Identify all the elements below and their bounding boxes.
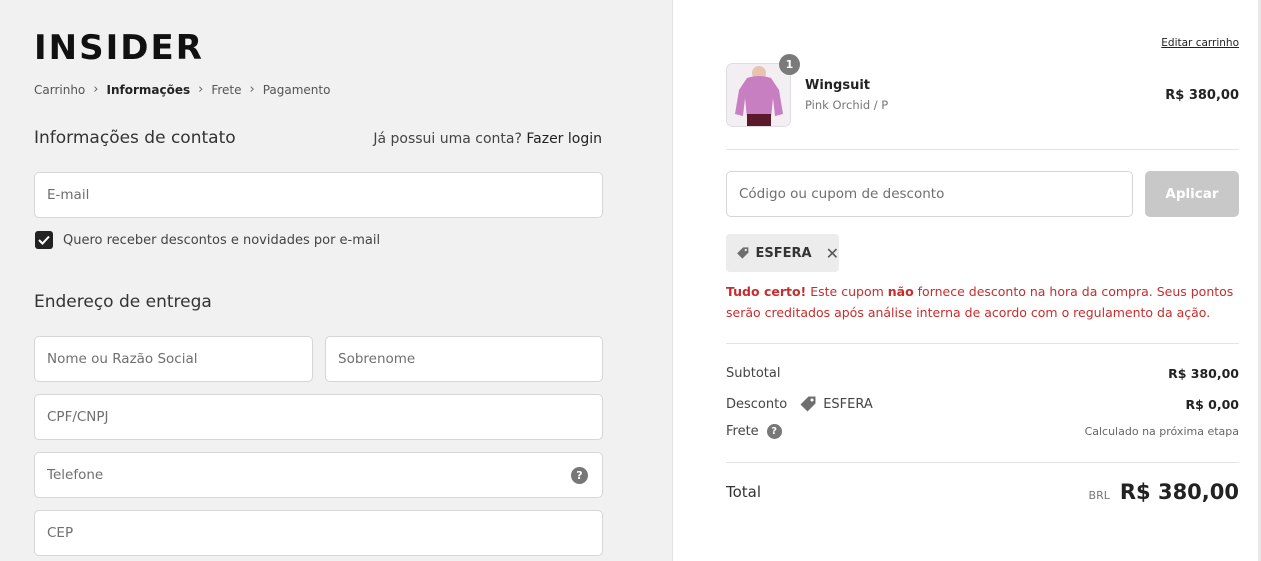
breadcrumb-cart[interactable]: Carrinho xyxy=(34,83,85,97)
breadcrumb-payment: Pagamento xyxy=(262,82,331,97)
discount-value: R$ 0,00 xyxy=(1185,396,1239,412)
divider xyxy=(726,149,1239,150)
applied-coupon-code: ESFERA xyxy=(755,245,812,261)
cpf-field[interactable] xyxy=(34,394,603,440)
coupon-input[interactable] xyxy=(727,172,1132,216)
cpf-input[interactable] xyxy=(35,395,602,439)
tag-icon xyxy=(737,247,749,259)
chevron-right-icon: › xyxy=(93,82,99,97)
discount-label: Desconto xyxy=(726,396,788,412)
breadcrumb-information: Informações xyxy=(106,82,191,97)
newsletter-option[interactable]: Quero receber descontos e novidades por … xyxy=(35,231,380,249)
close-icon[interactable]: ✕ xyxy=(826,244,839,263)
total-label: Total xyxy=(726,483,762,501)
help-icon[interactable]: ? xyxy=(766,424,782,439)
currency-code: BRL xyxy=(1088,488,1110,502)
product-name: Wingsuit xyxy=(805,78,871,93)
help-icon[interactable]: ? xyxy=(571,467,588,484)
coupon-message-strong: Tudo certo! xyxy=(726,284,807,299)
name-field[interactable] xyxy=(34,336,313,382)
order-summary-panel: Editar carrinho 1 Wingsuit Pink Orchid /… xyxy=(674,0,1261,561)
subtotal-row: Subtotal R$ 380,00 xyxy=(726,366,1239,381)
total-value: R$ 380,00 xyxy=(1119,480,1239,504)
login-prompt-text: Já possui uma conta? xyxy=(373,131,522,147)
name-input[interactable] xyxy=(35,337,312,381)
product-price: R$ 380,00 xyxy=(1165,88,1239,103)
shipping-section-title: Endereço de entrega xyxy=(34,292,212,312)
checkout-form-panel: INSIDER Carrinho › Informações › Frete ›… xyxy=(0,0,673,561)
total-row: Total BRL R$ 380,00 xyxy=(726,480,1239,504)
coupon-message-emphasis: não xyxy=(887,284,914,299)
breadcrumb-shipping: Frete xyxy=(211,82,242,97)
cep-field[interactable] xyxy=(34,510,603,556)
divider xyxy=(726,343,1239,344)
product-image xyxy=(727,64,790,126)
subtotal-value: R$ 380,00 xyxy=(1168,366,1239,381)
chevron-right-icon: › xyxy=(249,82,255,97)
discount-row: Desconto ESFERA R$ 0,00 xyxy=(726,395,1239,413)
phone-field[interactable]: ? xyxy=(34,452,603,498)
shipping-label: Frete xyxy=(726,424,759,439)
subtotal-label: Subtotal xyxy=(726,366,781,381)
cep-input[interactable] xyxy=(35,511,602,555)
contact-section-title: Informações de contato xyxy=(34,128,236,148)
login-prompt: Já possui uma conta? Fazer login xyxy=(373,131,602,147)
quantity-badge: 1 xyxy=(779,54,800,75)
coupon-message: Tudo certo! Este cupom não fornece desco… xyxy=(726,281,1236,323)
discount-code: ESFERA xyxy=(823,396,873,412)
edit-cart-link[interactable]: Editar carrinho xyxy=(1161,37,1239,49)
newsletter-checkbox[interactable] xyxy=(35,231,53,249)
tag-icon xyxy=(800,396,816,412)
email-input[interactable] xyxy=(35,173,602,217)
phone-input[interactable] xyxy=(35,453,602,497)
email-field[interactable] xyxy=(34,172,603,218)
shipping-row: Frete ? Calculado na próxima etapa xyxy=(726,424,1239,439)
newsletter-label: Quero receber descontos e novidades por … xyxy=(63,232,381,248)
coupon-field[interactable] xyxy=(726,171,1133,217)
applied-coupon-chip: ESFERA ✕ xyxy=(726,234,839,272)
coupon-message-text: Este cupom xyxy=(806,284,888,299)
check-icon xyxy=(38,235,50,245)
shipping-value: Calculado na próxima etapa xyxy=(1084,425,1239,438)
surname-input[interactable] xyxy=(326,337,602,381)
login-link[interactable]: Fazer login xyxy=(526,131,602,147)
chevron-right-icon: › xyxy=(198,82,204,97)
divider xyxy=(726,462,1239,463)
brand-logo[interactable]: INSIDER xyxy=(34,28,204,68)
breadcrumb: Carrinho › Informações › Frete › Pagamen… xyxy=(34,82,330,97)
product-thumbnail: 1 xyxy=(726,54,800,127)
product-variant: Pink Orchid / P xyxy=(805,98,889,112)
apply-coupon-button[interactable]: Aplicar xyxy=(1145,171,1239,217)
surname-field[interactable] xyxy=(325,336,603,382)
